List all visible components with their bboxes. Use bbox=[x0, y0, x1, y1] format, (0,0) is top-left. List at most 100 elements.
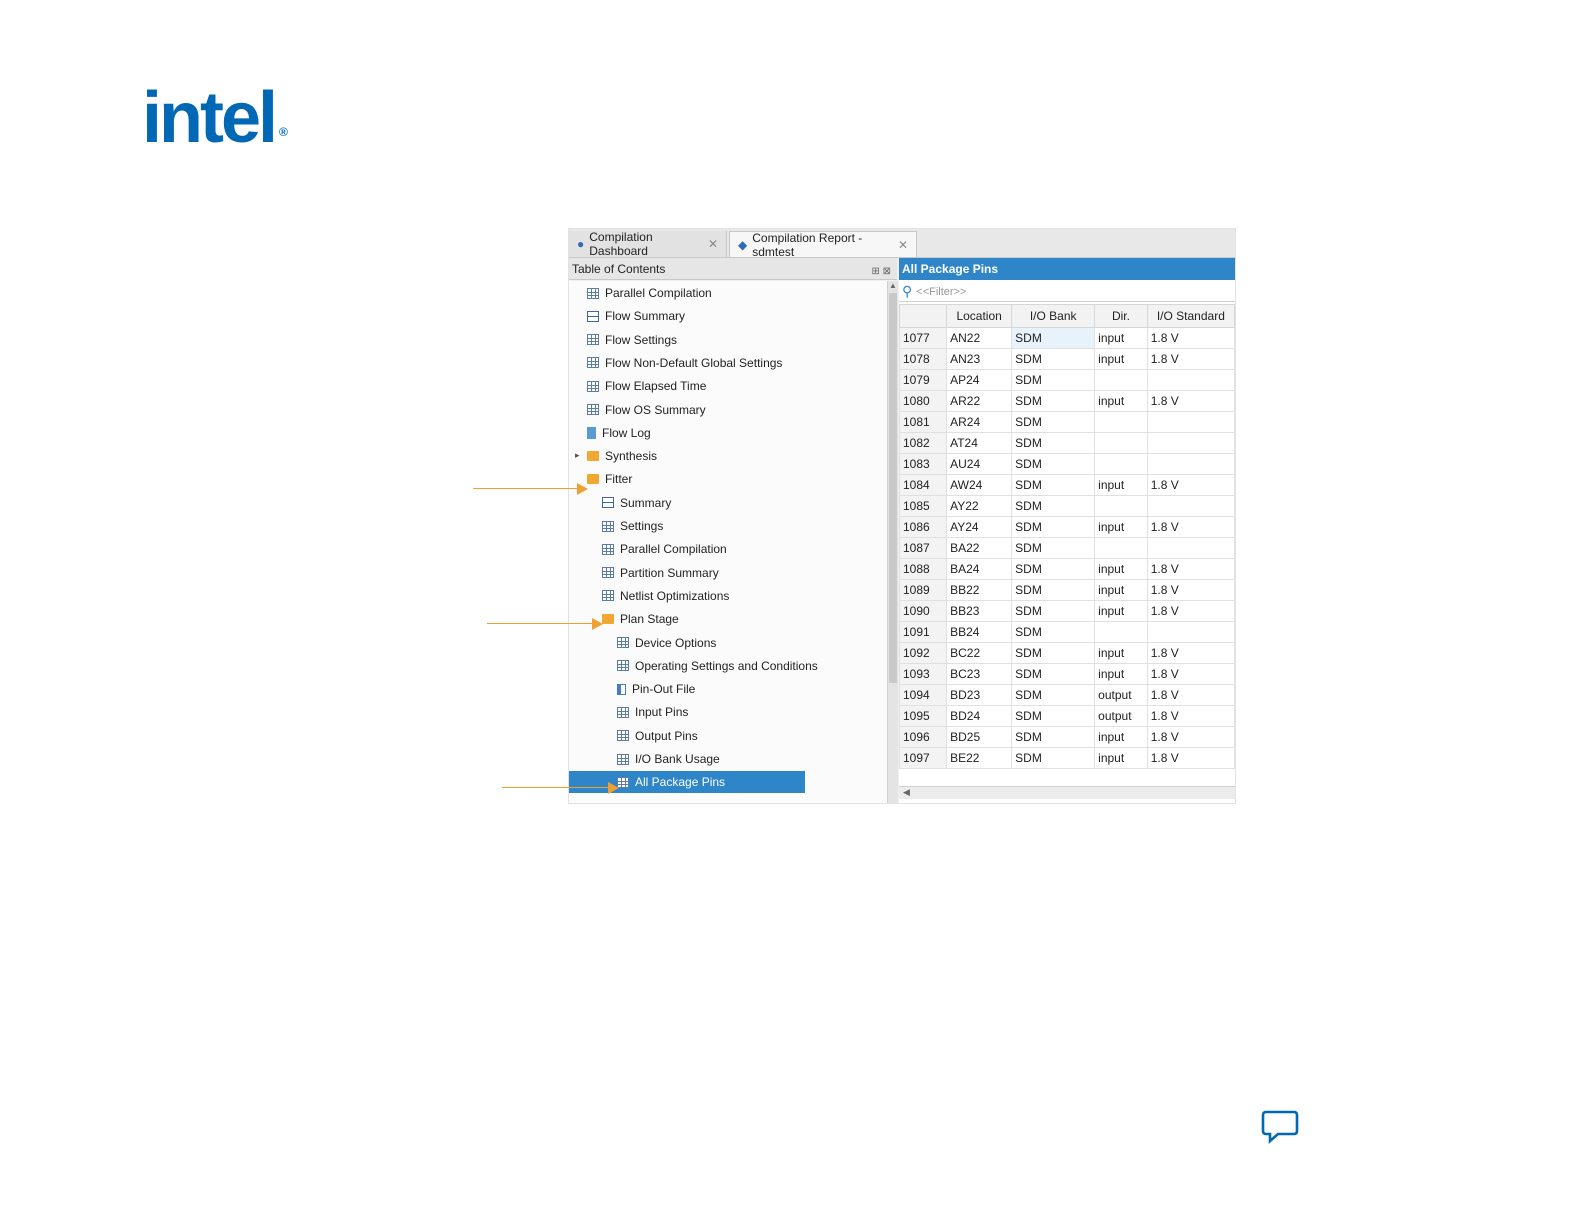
table-row[interactable]: 1083 AU24 SDM bbox=[898, 453, 1235, 475]
table-cell: SDM bbox=[1011, 537, 1096, 559]
table-row[interactable]: 1089 BB22 SDM input 1.8 V bbox=[898, 579, 1235, 601]
table-cell: 1.8 V bbox=[1146, 348, 1235, 370]
pin-panel-icon[interactable]: ⊞ ⊠ bbox=[871, 261, 891, 283]
filter-placeholder[interactable]: <<Filter>> bbox=[916, 286, 966, 298]
table-row[interactable]: 1092 BC22 SDM input 1.8 V bbox=[898, 642, 1235, 664]
table-cell: input bbox=[1094, 327, 1148, 349]
toc-item[interactable]: Flow Settings bbox=[587, 329, 677, 351]
column-header[interactable]: I/O Bank bbox=[1011, 304, 1096, 328]
table-cell: 1.8 V bbox=[1146, 747, 1235, 769]
folder-icon bbox=[587, 451, 599, 462]
toc-item-label: Flow Elapsed Time bbox=[605, 379, 707, 394]
toc-item[interactable]: Netlist Optimizations bbox=[602, 585, 729, 607]
tab-compilation-report[interactable]: ◆ Compilation Report - sdmtest ✕ bbox=[729, 231, 917, 259]
table-cell: AR24 bbox=[946, 411, 1013, 433]
table-row[interactable]: 1097 BE22 SDM input 1.8 V bbox=[898, 747, 1235, 769]
toc-item[interactable]: Parallel Compilation bbox=[587, 282, 712, 304]
toc-item[interactable]: Plan Stage bbox=[602, 608, 679, 630]
table-row[interactable]: 1088 BA24 SDM input 1.8 V bbox=[898, 558, 1235, 580]
feedback-icon[interactable] bbox=[1260, 1108, 1300, 1148]
table-row[interactable]: 1085 AY22 SDM bbox=[898, 495, 1235, 517]
scroll-thumb[interactable] bbox=[889, 293, 897, 683]
table-row[interactable]: 1077 AN22 SDM input 1.8 V bbox=[898, 327, 1235, 349]
table-cell: BA22 bbox=[946, 537, 1013, 559]
toc-item[interactable]: Input Pins bbox=[617, 701, 688, 723]
toc-item-label: Flow Summary bbox=[605, 309, 686, 324]
table-cell: SDM bbox=[1011, 369, 1096, 391]
table-cell bbox=[1146, 495, 1235, 517]
table-cell: 1.8 V bbox=[1146, 642, 1235, 664]
table-cell: SDM bbox=[1011, 621, 1096, 643]
close-icon[interactable]: ✕ bbox=[898, 238, 908, 252]
toc-item-label: Netlist Optimizations bbox=[620, 588, 730, 603]
table-row[interactable]: 1086 AY24 SDM input 1.8 V bbox=[898, 516, 1235, 538]
tab-compilation-dashboard[interactable]: ● Compilation Dashboard ✕ bbox=[569, 230, 727, 258]
table-row[interactable]: 1087 BA22 SDM bbox=[898, 537, 1235, 559]
toc-item-label: All Package Pins bbox=[635, 775, 726, 790]
table-cell: 1.8 V bbox=[1146, 726, 1235, 748]
close-icon[interactable]: ✕ bbox=[708, 237, 718, 251]
toc-item[interactable]: Pin-Out File bbox=[617, 678, 695, 700]
toc-item[interactable]: Synthesis bbox=[587, 445, 657, 467]
table-cell: AN23 bbox=[946, 348, 1013, 370]
table-icon bbox=[617, 730, 629, 742]
table-row[interactable]: 1091 BB24 SDM bbox=[898, 621, 1235, 643]
table-row[interactable]: 1084 AW24 SDM input 1.8 V bbox=[898, 474, 1235, 496]
toc-item[interactable]: Flow OS Summary bbox=[587, 399, 706, 421]
table-row[interactable]: 1093 BC23 SDM input 1.8 V bbox=[898, 663, 1235, 685]
doc-icon bbox=[587, 426, 596, 439]
toc-item[interactable]: Device Options bbox=[617, 632, 716, 654]
table-cell: 1.8 V bbox=[1146, 663, 1235, 685]
toc-item[interactable]: Flow Non-Default Global Settings bbox=[587, 352, 782, 374]
table-cell: 1.8 V bbox=[1146, 579, 1235, 601]
table-row[interactable]: 1081 AR24 SDM bbox=[898, 411, 1235, 433]
table-cell: BD24 bbox=[946, 705, 1013, 727]
filter-field[interactable]: ⚲ <<Filter>> bbox=[899, 282, 1235, 302]
toc-item[interactable]: Output Pins bbox=[617, 725, 698, 747]
table-icon bbox=[602, 590, 614, 602]
toc-item[interactable]: Parallel Compilation bbox=[602, 538, 727, 560]
table-icon bbox=[617, 706, 629, 718]
toc-item[interactable]: Flow Summary bbox=[587, 305, 685, 327]
table-row[interactable]: 1096 BD25 SDM input 1.8 V bbox=[898, 726, 1235, 748]
toc-item[interactable]: Settings bbox=[602, 515, 663, 537]
table-row[interactable]: 1095 BD24 SDM output 1.8 V bbox=[898, 705, 1235, 727]
table-cell: input bbox=[1094, 348, 1148, 370]
table-row[interactable]: 1079 AP24 SDM bbox=[898, 369, 1235, 391]
scroll-left-icon[interactable]: ◀ bbox=[903, 787, 910, 798]
toc-scrollbar[interactable]: ▲ bbox=[887, 281, 898, 803]
table-row[interactable]: 1094 BD23 SDM output 1.8 V bbox=[898, 684, 1235, 706]
column-header[interactable] bbox=[898, 304, 948, 328]
table-cell: AU24 bbox=[946, 453, 1013, 475]
table-row[interactable]: 1090 BB23 SDM input 1.8 V bbox=[898, 600, 1235, 622]
table-row[interactable]: 1078 AN23 SDM input 1.8 V bbox=[898, 348, 1235, 370]
toc-item[interactable]: Operating Settings and Conditions bbox=[617, 655, 818, 677]
folder-icon bbox=[587, 474, 599, 485]
horizontal-scrollbar[interactable]: ◀ bbox=[899, 786, 1235, 799]
table-cell: 1077 bbox=[898, 327, 948, 349]
toc-item[interactable]: Flow Log bbox=[587, 422, 651, 444]
column-header[interactable]: Location bbox=[946, 304, 1013, 328]
toc-item-label: Parallel Compilation bbox=[605, 286, 712, 300]
toc-item[interactable]: I/O Bank Usage bbox=[617, 748, 720, 770]
toc-item[interactable]: Fitter bbox=[587, 468, 632, 490]
toc-item[interactable]: Summary bbox=[602, 492, 671, 514]
table-cell: 1.8 V bbox=[1146, 516, 1235, 538]
table-cell bbox=[1146, 411, 1235, 433]
expand-caret-icon[interactable]: ▸ bbox=[575, 450, 580, 461]
table-icon bbox=[617, 637, 629, 648]
toc-item-label: Flow Non-Default Global Settings bbox=[605, 355, 783, 370]
table-row[interactable]: 1082 AT24 SDM bbox=[898, 432, 1235, 454]
column-header[interactable]: Dir. bbox=[1094, 304, 1148, 328]
column-header[interactable]: I/O Standard bbox=[1146, 304, 1235, 328]
toc-item-label: I/O Bank Usage bbox=[635, 752, 720, 766]
table-row[interactable]: 1080 AR22 SDM input 1.8 V bbox=[898, 390, 1235, 412]
toc-item[interactable]: Flow Elapsed Time bbox=[587, 375, 706, 397]
toc-item-label: Pin-Out File bbox=[632, 682, 696, 697]
toc-item[interactable]: Partition Summary bbox=[602, 562, 719, 584]
table-cell: 1.8 V bbox=[1146, 684, 1235, 706]
scroll-up-icon[interactable]: ▲ bbox=[889, 281, 897, 290]
table-cell: AW24 bbox=[946, 474, 1013, 496]
table-cell: input bbox=[1094, 663, 1148, 685]
table-cell bbox=[1094, 495, 1148, 517]
